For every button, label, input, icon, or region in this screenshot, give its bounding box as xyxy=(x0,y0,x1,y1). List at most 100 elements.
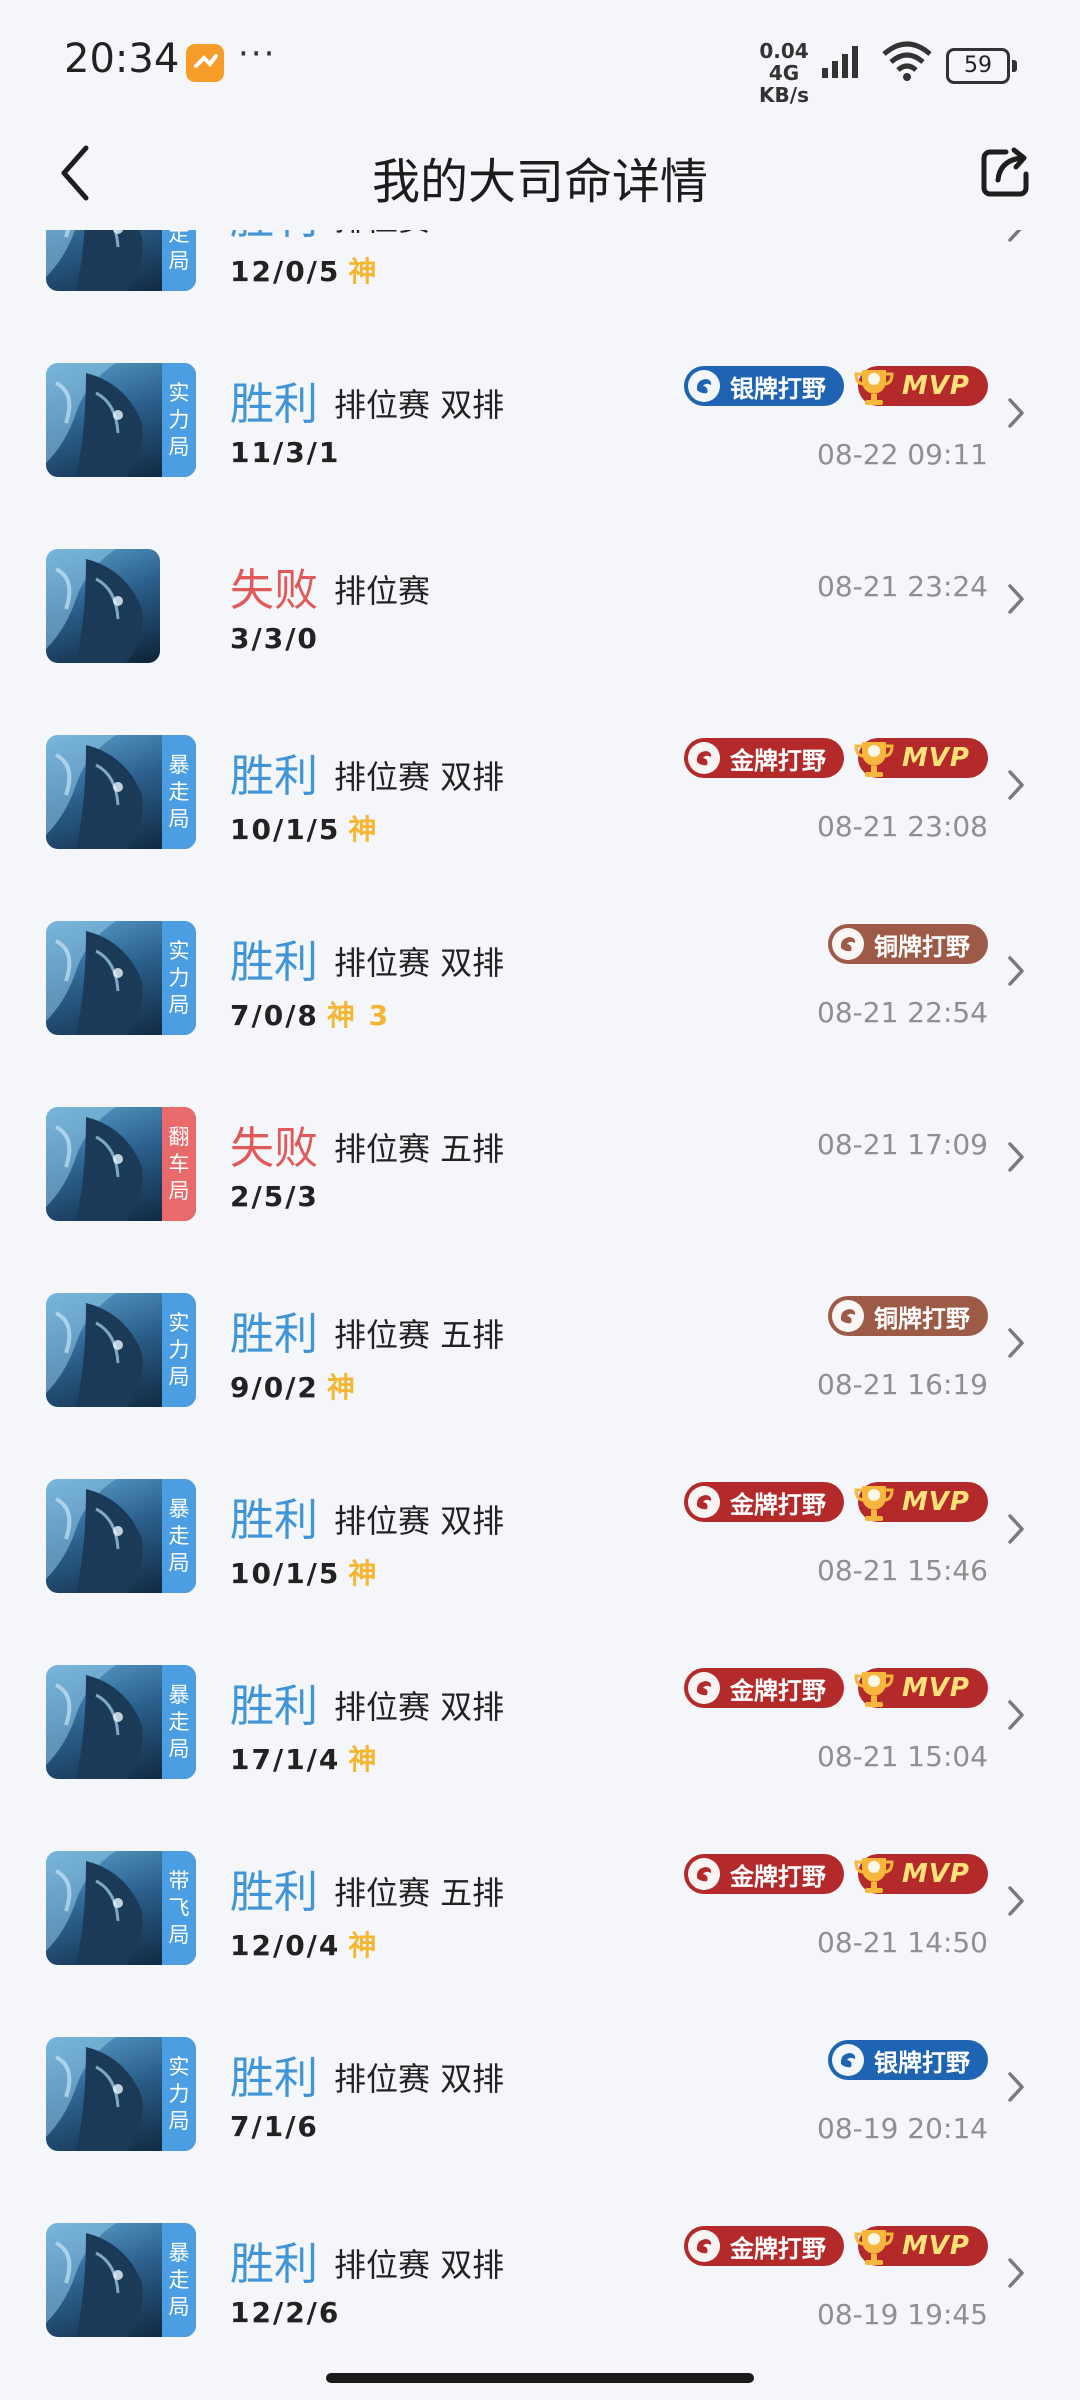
chevron-right-icon xyxy=(1008,956,1024,986)
badge-group: 银牌打野 xyxy=(828,2040,988,2080)
match-mode: 排位赛 五排 xyxy=(334,1316,505,1354)
match-tag: 实力局 xyxy=(162,363,196,477)
hero-avatar: 带飞局 xyxy=(46,1851,196,1965)
match-row[interactable]: 实力局胜利 排位赛 五排 9/0/2 神 铜牌打野 08-21 16:19 xyxy=(0,1256,1080,1442)
match-time: 08-21 22:54 xyxy=(817,996,988,1029)
god-mark: 神 xyxy=(348,1743,379,1776)
match-row[interactable]: 暴走局 胜利 排位赛 12/0/5神 08-22 10:08 xyxy=(0,230,1080,326)
hero-avatar: 暴走局 xyxy=(46,735,196,849)
hero-avatar: 实力局 xyxy=(46,2037,196,2151)
match-tag: 暴走局 xyxy=(162,735,196,849)
kda-score: 2/5/3 xyxy=(230,1180,319,1213)
kda-score: 7/1/6 xyxy=(230,2110,319,2143)
match-tag: 带飞局 xyxy=(162,1851,196,1965)
hero-avatar: 翻车局 xyxy=(46,1107,196,1221)
jungle-rank-badge: 银牌打野 xyxy=(683,366,844,406)
jungle-rank-badge: 铜牌打野 xyxy=(828,1296,988,1336)
dragon-emblem-icon xyxy=(687,370,720,402)
chevron-right-icon xyxy=(1008,1514,1024,1544)
dragon-emblem-icon xyxy=(832,1300,864,1332)
match-tag: 暴走局 xyxy=(162,1479,196,1593)
share-button[interactable] xyxy=(976,142,1036,202)
match-time: 08-19 20:14 xyxy=(817,2112,988,2145)
dragon-emblem-icon xyxy=(687,742,720,774)
match-row[interactable]: 失败 排位赛 3/3/0 08-21 23:24 xyxy=(0,512,1080,698)
kda-score: 12/0/4 神 xyxy=(230,1929,379,1962)
match-row[interactable]: 暴走局胜利 排位赛 双排 17/1/4 神 金牌打野 MVP 08-21 15:04 xyxy=(0,1628,1080,1814)
match-time: 08-21 16:19 xyxy=(817,1368,988,1401)
match-mode: 排位赛 双排 xyxy=(334,386,505,424)
jungle-rank-badge: 银牌打野 xyxy=(828,2040,988,2080)
match-row[interactable]: 暴走局胜利 排位赛 双排 10/1/5 神 金牌打野 MVP 08-21 23:08 xyxy=(0,698,1080,884)
match-result: 胜利 xyxy=(230,1681,318,1732)
jungle-rank-badge: 金牌打野 xyxy=(683,1482,844,1522)
mvp-badge: MVP xyxy=(854,366,988,406)
kda-score: 11/3/1 xyxy=(230,436,341,469)
trophy-icon xyxy=(854,742,894,777)
dragon-emblem-icon xyxy=(687,1858,720,1890)
chevron-right-icon xyxy=(1008,1700,1024,1730)
match-result: 胜利 xyxy=(230,1309,318,1360)
match-list[interactable]: 暴走局胜利排位赛12/0/5神08-22 10:08实力局胜利排位赛 双排11/… xyxy=(0,230,1080,2360)
chevron-right-icon xyxy=(1008,1886,1024,1916)
match-mode: 排位赛 双排 xyxy=(334,1688,505,1726)
match-result: 胜利 xyxy=(230,230,318,246)
match-row[interactable]: 暴走局胜利 排位赛 双排 12/2/6 金牌打野 MVP 08-19 19:45 xyxy=(0,2186,1080,2360)
trophy-icon xyxy=(854,370,894,405)
network-speed: 0.04 4G KB/s xyxy=(759,39,809,107)
jungle-rank-badge: 铜牌打野 xyxy=(828,924,988,964)
badge-group: 金牌打野 MVP xyxy=(683,2226,988,2266)
hero-avatar: 实力局 xyxy=(46,1293,196,1407)
god-mark: 神 xyxy=(348,813,379,846)
match-result: 失败 xyxy=(230,565,318,616)
match-tag: 暴走局 xyxy=(162,1665,196,1779)
kda-score: 10/1/5 神 xyxy=(230,813,379,846)
signal-icon xyxy=(822,46,858,78)
dragon-emblem-icon xyxy=(687,1486,720,1518)
match-row[interactable]: 实力局胜利 排位赛 双排 11/3/1 银牌打野 MVP 08-22 09:11 xyxy=(0,326,1080,512)
status-time: 20:34 xyxy=(64,36,180,82)
status-bar: 20:34 ··· 0.04 4G KB/s 59 xyxy=(0,0,1080,125)
god-mark: 神 3 xyxy=(326,999,391,1032)
match-row[interactable]: 实力局胜利 排位赛 双排 7/0/8 神 3 铜牌打野 08-21 22:54 xyxy=(0,884,1080,1070)
match-mode: 排位赛 双排 xyxy=(334,1502,505,1540)
match-time: 08-21 14:50 xyxy=(817,1926,988,1959)
match-tag: 翻车局 xyxy=(162,1107,196,1221)
match-result: 胜利 xyxy=(230,2053,318,2104)
match-time: 08-21 15:46 xyxy=(817,1554,988,1587)
match-result: 胜利 xyxy=(230,379,318,430)
kda-score: 3/3/0 xyxy=(230,622,319,655)
match-time: 08-21 15:04 xyxy=(817,1740,988,1773)
match-tag: 暴走局 xyxy=(162,2223,196,2337)
match-result: 失败 xyxy=(230,1123,318,1174)
match-row[interactable]: 翻车局失败 排位赛 五排 2/5/3 08-21 17:09 xyxy=(0,1070,1080,1256)
trophy-icon xyxy=(854,1858,894,1893)
jungle-rank-badge: 金牌打野 xyxy=(683,2226,844,2266)
chevron-right-icon xyxy=(1008,398,1024,428)
match-result: 胜利 xyxy=(230,751,318,802)
match-result: 胜利 xyxy=(230,2239,318,2290)
chevron-right-icon xyxy=(1008,770,1024,800)
match-mode: 排位赛 双排 xyxy=(334,758,505,796)
badge-group: 铜牌打野 xyxy=(828,1296,988,1336)
home-indicator[interactable] xyxy=(326,2373,754,2383)
match-row[interactable]: 实力局胜利 排位赛 双排 7/1/6 银牌打野 08-19 20:14 xyxy=(0,2000,1080,2186)
kda-score: 12/2/6 xyxy=(230,2296,341,2329)
hero-avatar: 实力局 xyxy=(46,921,196,1035)
match-tag: 实力局 xyxy=(162,921,196,1035)
badge-group: 铜牌打野 xyxy=(828,924,988,964)
badge-group: 银牌打野 MVP xyxy=(683,366,988,406)
match-result: 胜利 xyxy=(230,1495,318,1546)
match-row[interactable]: 带飞局胜利 排位赛 五排 12/0/4 神 金牌打野 MVP 08-21 14:50 xyxy=(0,1814,1080,2000)
match-row[interactable]: 暴走局胜利 排位赛 双排 10/1/5 神 金牌打野 MVP 08-21 15:46 xyxy=(0,1442,1080,1628)
match-mode: 排位赛 双排 xyxy=(334,2060,505,2098)
match-tag: 实力局 xyxy=(162,2037,196,2151)
badge-group: 金牌打野 MVP xyxy=(683,738,988,778)
kda-score: 7/0/8 神 3 xyxy=(230,999,391,1032)
hero-avatar xyxy=(46,549,160,663)
mvp-badge: MVP xyxy=(854,1482,988,1522)
wifi-icon xyxy=(882,41,932,81)
badge-group: 金牌打野 MVP xyxy=(683,1668,988,1708)
battery-icon: 59 xyxy=(946,48,1017,84)
match-result: 胜利 xyxy=(230,1867,318,1918)
